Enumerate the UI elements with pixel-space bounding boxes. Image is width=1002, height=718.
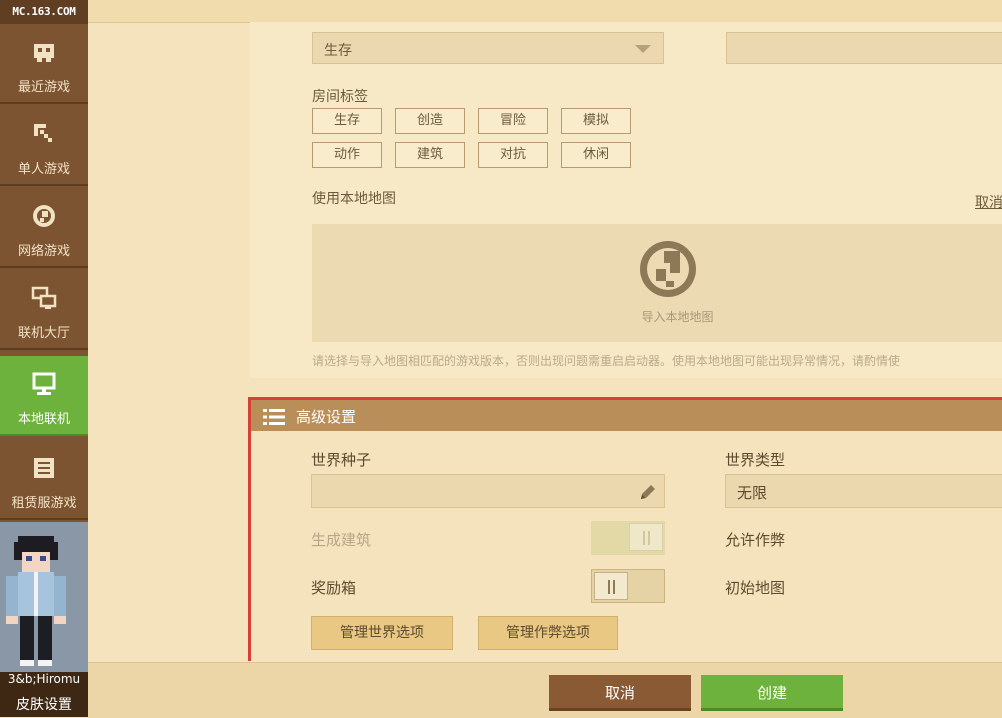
manage-cheat-options-button[interactable]: 管理作弊选项 — [478, 616, 618, 650]
advanced-settings-title: 高级设置 — [296, 408, 357, 426]
toggle-knob — [594, 572, 628, 600]
skin-settings[interactable]: 3&b;Hiromu 皮肤设置 — [0, 522, 88, 717]
top-strip — [88, 0, 1002, 23]
sidebar-item-single-player[interactable]: 单人游戏 — [0, 106, 88, 186]
tag-adventure[interactable]: 冒险 — [478, 108, 548, 134]
toggle-knob — [629, 523, 663, 551]
sidebar: MC.163.COM 最近游戏 单人游戏 网络游戏 联机大厅 本地联机 租赁服游… — [0, 0, 88, 717]
chevron-down-icon — [635, 45, 651, 53]
gamepad-icon — [0, 38, 88, 66]
pickaxe-icon — [0, 120, 88, 148]
room-name-input[interactable] — [726, 32, 1002, 64]
world-seed-label: 世界种子 — [311, 451, 372, 469]
skin-settings-label: 皮肤设置 — [16, 697, 72, 713]
pencil-icon[interactable] — [638, 482, 658, 502]
sidebar-item-label: 最近游戏 — [17, 80, 70, 95]
sidebar-item-lobby[interactable]: 联机大厅 — [0, 270, 88, 350]
room-settings-panel: 生存 房间标签 生存 创造 冒险 模拟 动作 建筑 对抗 休闲 使用本地地图 取… — [250, 22, 1002, 378]
globe-icon — [0, 202, 88, 230]
sidebar-item-online-games[interactable]: 网络游戏 — [0, 188, 88, 268]
sidebar-item-label: 租赁服游戏 — [11, 496, 77, 511]
avatar — [0, 522, 88, 672]
generate-structures-toggle[interactable] — [591, 521, 665, 555]
sidebar-item-label: 联机大厅 — [17, 326, 70, 341]
sidebar-item-recent-games[interactable]: 最近游戏 — [0, 24, 88, 104]
site-logo: MC.163.COM — [0, 0, 88, 24]
tag-simulation[interactable]: 模拟 — [561, 108, 631, 134]
world-seed-input[interactable] — [311, 474, 665, 508]
sidebar-item-local-multiplayer[interactable]: 本地联机 — [0, 356, 88, 436]
server-list-icon — [0, 454, 88, 482]
room-tags-label: 房间标签 — [312, 89, 368, 105]
manage-world-options-button[interactable]: 管理世界选项 — [311, 616, 453, 650]
tag-creative[interactable]: 创造 — [395, 108, 465, 134]
lan-icon — [0, 284, 88, 312]
main-content: 生存 房间标签 生存 创造 冒险 模拟 动作 建筑 对抗 休闲 使用本地地图 取… — [88, 0, 1002, 718]
advanced-settings-body: 世界种子 世界类型 无限 生成建筑 允许作弊 奖励箱 初始地图 管理世界选项 管… — [251, 431, 1002, 661]
bonus-chest-toggle[interactable] — [591, 569, 665, 603]
sidebar-item-label: 本地联机 — [17, 412, 70, 427]
advanced-settings-section: 高级设置 世界种子 世界类型 无限 生成建筑 允许作弊 奖励箱 初始地图 管理世… — [248, 397, 1002, 661]
sidebar-item-label: 网络游戏 — [17, 244, 70, 259]
world-type-label: 世界类型 — [725, 451, 786, 469]
game-mode-select[interactable]: 生存 — [312, 32, 664, 64]
game-mode-value: 生存 — [324, 43, 352, 59]
tag-pvp[interactable]: 对抗 — [478, 142, 548, 168]
advanced-settings-header[interactable]: 高级设置 — [251, 400, 1002, 431]
tag-survival[interactable]: 生存 — [312, 108, 382, 134]
monitor-icon — [0, 370, 88, 398]
world-type-select[interactable]: 无限 — [725, 474, 1002, 508]
cancel-button[interactable]: 取消 — [549, 675, 691, 711]
generate-structures-label: 生成建筑 — [311, 531, 372, 549]
tag-casual[interactable]: 休闲 — [561, 142, 631, 168]
tag-building[interactable]: 建筑 — [395, 142, 465, 168]
import-local-map-label: 导入本地地图 — [641, 310, 714, 324]
create-button[interactable]: 创建 — [701, 675, 843, 711]
sidebar-item-rental-servers[interactable]: 租赁服游戏 — [0, 440, 88, 520]
globe-icon — [640, 241, 696, 297]
local-map-cancel-link[interactable]: 取消 — [975, 192, 1002, 212]
list-icon — [263, 409, 285, 425]
username: 3&b;Hiromu — [7, 672, 81, 686]
local-map-label: 使用本地地图 — [312, 191, 396, 207]
starting-map-label: 初始地图 — [725, 579, 786, 597]
footer-bar: 取消 创建 — [88, 662, 1002, 718]
sidebar-item-label: 单人游戏 — [17, 162, 70, 177]
tag-action[interactable]: 动作 — [312, 142, 382, 168]
bonus-chest-label: 奖励箱 — [311, 579, 357, 597]
allow-cheats-label: 允许作弊 — [725, 531, 786, 549]
world-type-value: 无限 — [737, 484, 768, 502]
local-map-hint: 请选择与导入地图相匹配的游戏版本，否则出现问题需重启启动器。使用本地地图可能出现… — [312, 354, 901, 368]
